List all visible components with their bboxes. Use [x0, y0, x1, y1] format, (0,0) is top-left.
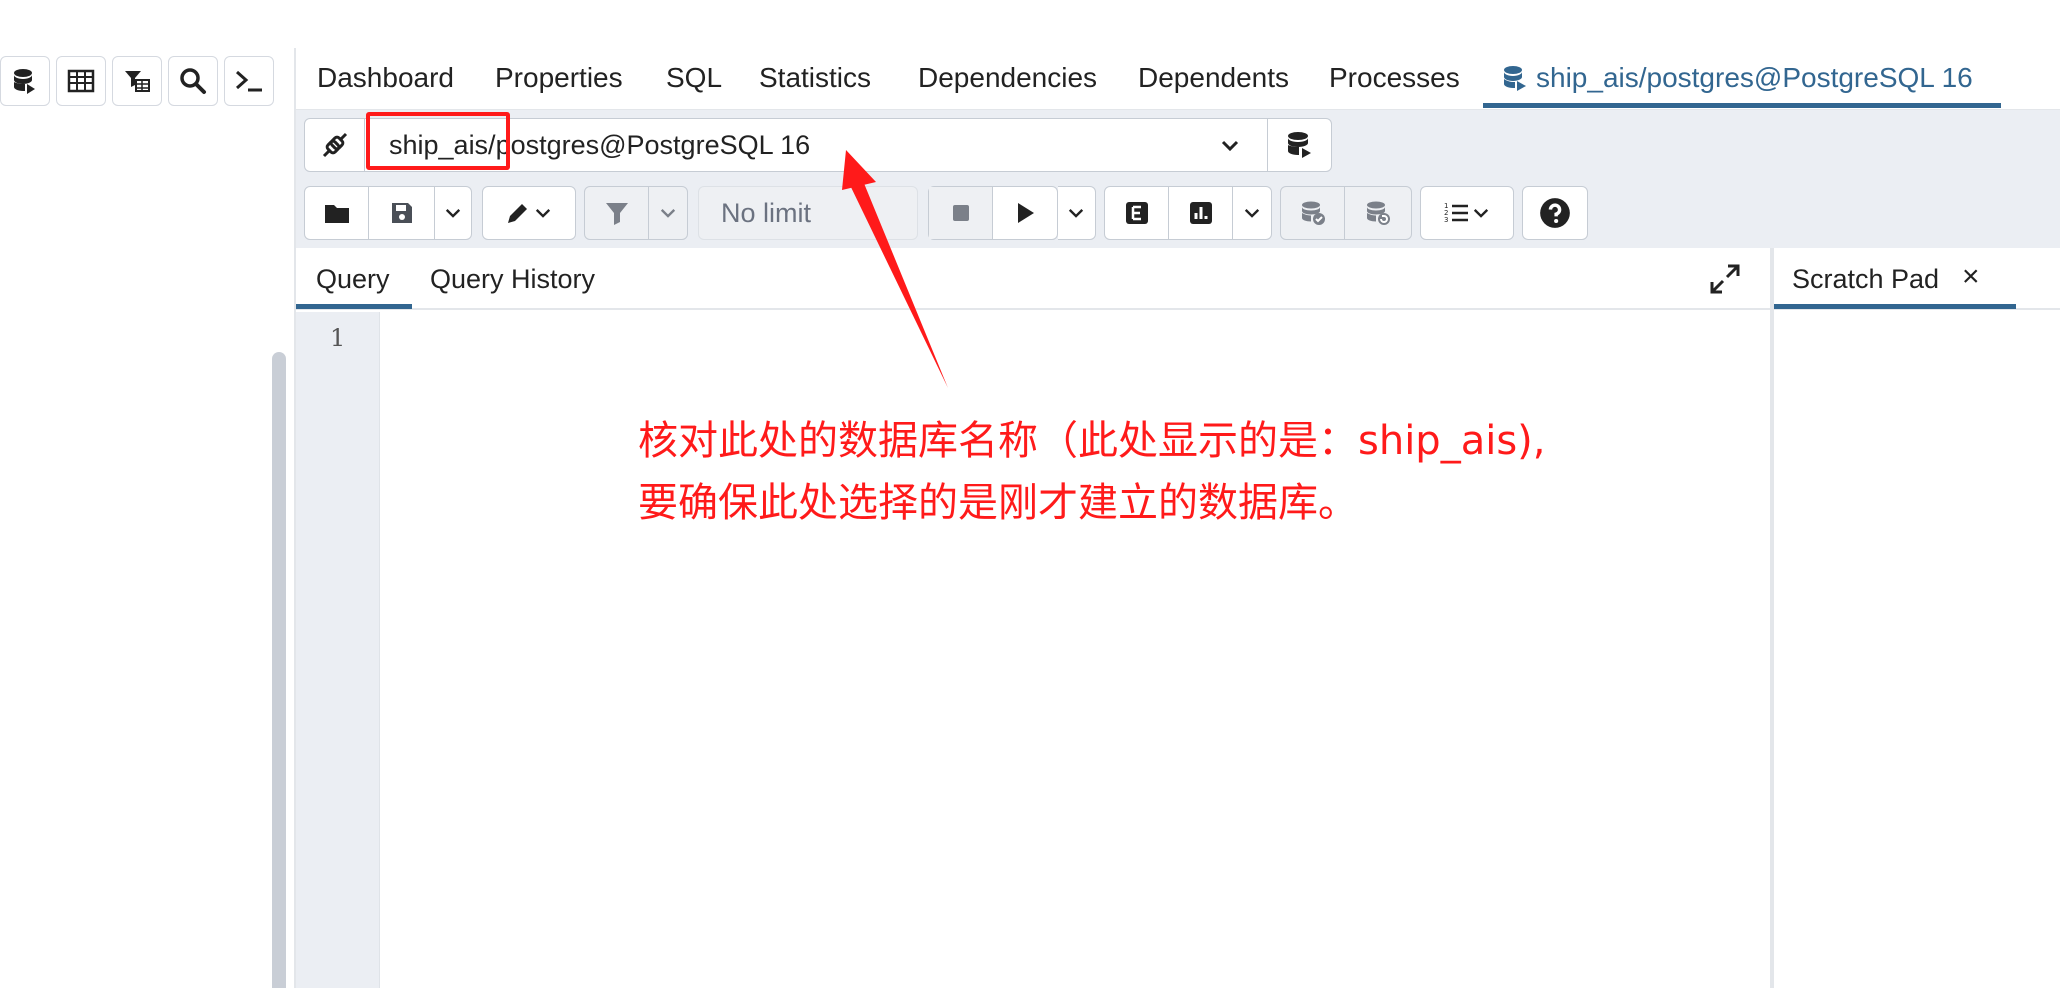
- tab-query[interactable]: Query: [316, 264, 390, 295]
- macros-menu-button[interactable]: 123: [1421, 187, 1513, 239]
- query-tool-button[interactable]: [0, 56, 50, 106]
- database-check-icon: [1301, 201, 1325, 225]
- scratch-pad-title: Scratch Pad: [1792, 264, 1940, 294]
- chevron-down-icon: [1473, 209, 1489, 218]
- explain-icon: [1125, 202, 1148, 224]
- rows-limit-value: No limit: [721, 197, 812, 228]
- transaction-button-group: [1280, 186, 1412, 240]
- save-icon: [391, 203, 412, 223]
- annotation-line-2: 要确保此处选择的是刚才建立的数据库。: [638, 480, 1358, 526]
- search-icon: [180, 68, 206, 94]
- close-icon[interactable]: ×: [1962, 260, 1980, 294]
- filtered-rows-button[interactable]: [112, 56, 162, 106]
- database-icon: [1287, 132, 1311, 158]
- macros-button-group: 123: [1420, 186, 1514, 240]
- top-blank-bar: [0, 0, 2060, 48]
- plug-connected-icon: [322, 132, 347, 158]
- expand-icon[interactable]: [1708, 262, 1742, 296]
- query-tool-icon: [1504, 66, 1526, 91]
- execute-button-group: [928, 186, 1058, 240]
- file-button-group: [304, 186, 472, 240]
- chevron-down-icon[interactable]: [1215, 131, 1245, 161]
- rows-limit-select[interactable]: No limit: [698, 186, 918, 240]
- psql-tool-button[interactable]: [224, 56, 274, 106]
- tab-dashboard[interactable]: Dashboard: [317, 62, 454, 94]
- filter-button-group: [584, 186, 688, 240]
- chevron-down-icon: [660, 209, 676, 218]
- execute-options-dropdown[interactable]: [1058, 187, 1094, 239]
- stop-icon: [952, 205, 969, 221]
- scratch-divider[interactable]: [1770, 248, 1774, 988]
- save-options-dropdown[interactable]: [435, 187, 471, 239]
- chevron-down-icon: [1244, 209, 1260, 218]
- help-button-group: [1522, 186, 1588, 240]
- tab-query-tool-label: ship_ais/postgres@PostgreSQL 16: [1536, 62, 1973, 93]
- tab-dependencies[interactable]: Dependencies: [918, 62, 1097, 94]
- filter-table-icon: [125, 71, 150, 92]
- filter-button[interactable]: [585, 187, 649, 239]
- explorer-scrollbar[interactable]: [272, 352, 286, 988]
- annotation-note: 核对此处的数据库名称（此处显示的是：ship_ais), 要确保此处选择的是刚才…: [638, 410, 1545, 534]
- search-objects-button[interactable]: [168, 56, 218, 106]
- explain-options-dropdown[interactable]: [1233, 187, 1271, 239]
- tab-query-history[interactable]: Query History: [430, 264, 595, 295]
- chevron-down-icon: [1068, 209, 1084, 218]
- tab-query-tool[interactable]: ship_ais/postgres@PostgreSQL 16: [1502, 62, 1973, 94]
- edit-menu-button[interactable]: [483, 187, 575, 239]
- filter-icon: [605, 203, 628, 225]
- query-tab-indicator: [296, 304, 412, 309]
- open-file-button[interactable]: [305, 187, 369, 239]
- edit-button-group: [482, 186, 576, 240]
- tab-processes[interactable]: Processes: [1329, 62, 1460, 94]
- filter-options-dropdown[interactable]: [649, 187, 687, 239]
- bar-chart-icon: [1189, 202, 1212, 224]
- save-file-button[interactable]: [369, 187, 435, 239]
- object-explorer-toolbar: [0, 56, 274, 106]
- editor-gutter: [296, 312, 380, 988]
- pencil-icon: [508, 204, 527, 223]
- commit-button[interactable]: [1281, 187, 1345, 239]
- explain-analyze-button[interactable]: [1169, 187, 1233, 239]
- execute-script-button[interactable]: [993, 187, 1057, 239]
- help-button[interactable]: [1523, 187, 1587, 239]
- tab-properties[interactable]: Properties: [495, 62, 623, 94]
- rollback-button[interactable]: [1345, 187, 1411, 239]
- tab-dependents[interactable]: Dependents: [1138, 62, 1289, 94]
- chevron-down-icon: [535, 209, 551, 218]
- line-number: 1: [330, 324, 346, 352]
- scratch-tab-indicator: [1774, 304, 2016, 309]
- main-tab-bar: Dashboard Properties SQL Statistics Depe…: [296, 48, 2060, 110]
- annotation-highlight-box: [366, 112, 510, 170]
- explain-button[interactable]: [1105, 187, 1169, 239]
- folder-icon: [324, 205, 349, 223]
- query-tab-bar: Query Query History: [296, 248, 1770, 310]
- help-icon: [1540, 198, 1570, 228]
- active-tab-indicator: [1483, 103, 2001, 108]
- terminal-icon: [236, 70, 262, 92]
- explain-button-group: [1104, 186, 1272, 240]
- database-icon: [14, 69, 35, 94]
- svg-text:3: 3: [1444, 216, 1448, 224]
- tab-sql[interactable]: SQL: [666, 62, 722, 94]
- database-rollback-icon: [1367, 201, 1390, 225]
- connection-status-button[interactable]: [305, 119, 365, 171]
- new-connection-button[interactable]: [1267, 119, 1331, 171]
- play-icon: [1018, 203, 1034, 223]
- tab-statistics[interactable]: Statistics: [759, 62, 871, 94]
- stop-query-button[interactable]: [929, 187, 993, 239]
- table-icon: [67, 69, 95, 93]
- chevron-down-icon: [445, 209, 461, 218]
- numbered-list-icon: 123: [1444, 202, 1468, 224]
- view-data-button[interactable]: [56, 56, 106, 106]
- annotation-line-1: 核对此处的数据库名称（此处显示的是：ship_ais),: [638, 418, 1546, 464]
- scratch-pad-tab[interactable]: Scratch Pad ×: [1774, 248, 2060, 310]
- execute-options-group: [1058, 186, 1096, 240]
- object-explorer-panel: [0, 115, 272, 988]
